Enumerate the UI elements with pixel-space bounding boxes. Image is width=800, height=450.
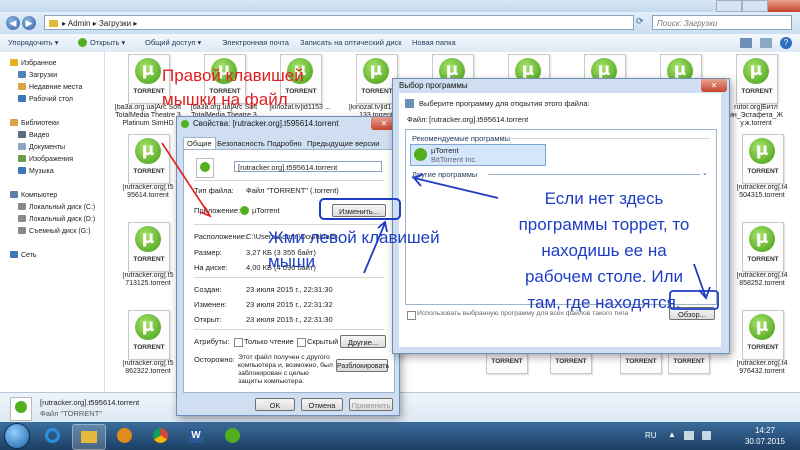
annotation-arrows: [161, 142, 719, 310]
blue-arrow-change: [363, 220, 388, 274]
browse-button-highlight: [669, 290, 719, 310]
blue-arrow-programs: [412, 173, 499, 199]
blue-arrow-browse: [693, 263, 711, 300]
change-button-highlight: [319, 198, 401, 220]
red-arrow: [161, 142, 212, 218]
